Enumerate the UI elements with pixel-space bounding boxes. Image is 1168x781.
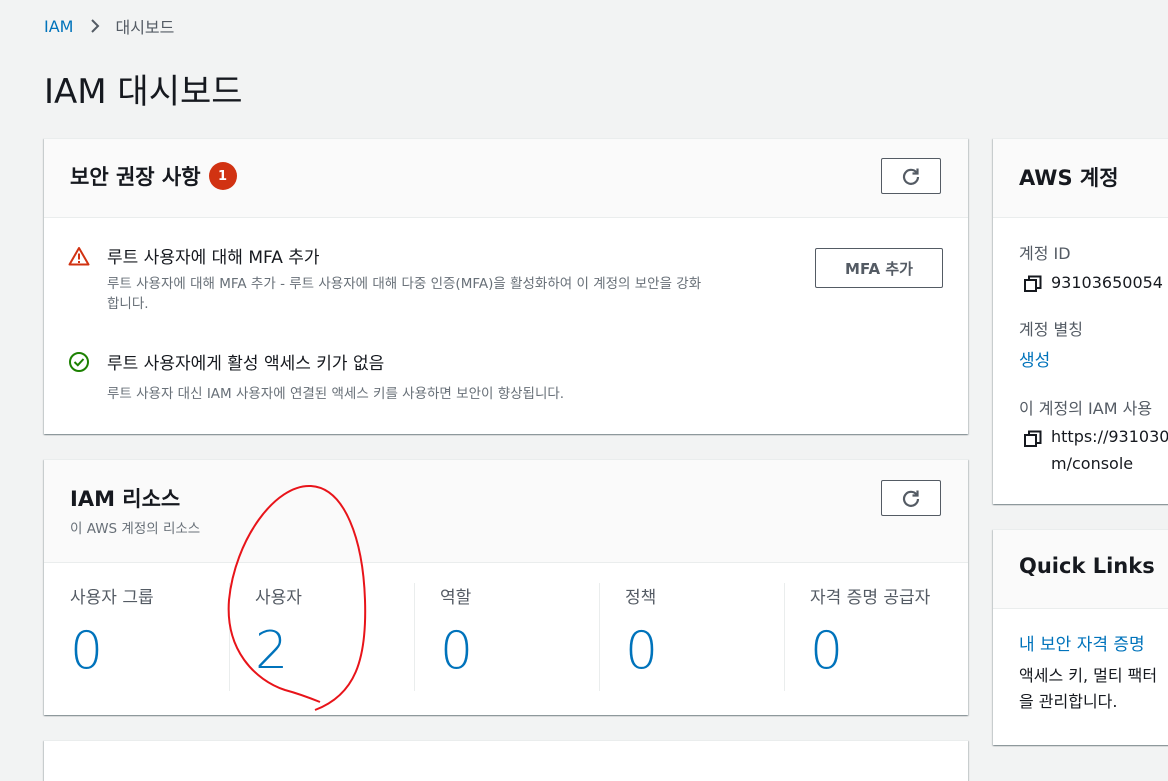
refresh-button[interactable] <box>881 158 941 194</box>
resource-policies[interactable]: 정책 0 <box>599 563 784 693</box>
quick-link-description: 액세스 키, 멀티 팩터 <box>1019 666 1158 685</box>
signin-url-value-cont: m/console <box>1051 454 1134 473</box>
account-id-label: 계정 ID <box>1019 244 1071 263</box>
check-circle-icon <box>68 351 90 377</box>
resource-user-groups[interactable]: 사용자 그룹 0 <box>44 563 229 693</box>
recommendation-description: 루트 사용자 대신 IAM 사용자에 연결된 액세스 키를 사용하면 보안이 향… <box>107 386 565 402</box>
recommendation-item: 루트 사용자에 대해 MFA 추가 루트 사용자에 대해 MFA 추가 - 루트… <box>44 218 968 328</box>
resource-counters: 사용자 그룹 0 사용자 2 역할 0 정책 0 자격 증명 공급자 0 <box>44 563 968 713</box>
add-mfa-button[interactable]: MFA 추가 <box>815 248 943 288</box>
resource-label: 자격 증명 공급자 <box>810 588 931 608</box>
security-recommendations-panel: 보안 권장 사항 1 루트 사용자에 대해 MFA 추가 루트 사용자에 대해 … <box>44 138 968 434</box>
panel-header: IAM 리소스 이 AWS 계정의 리소스 <box>44 460 968 563</box>
signin-url-value: https://931030 <box>1051 427 1168 446</box>
next-panel <box>44 740 968 781</box>
panel-header: 보안 권장 사항 1 <box>44 139 968 218</box>
breadcrumb: IAM 대시보드 <box>44 14 174 38</box>
quick-links-panel: Quick Links 내 보안 자격 증명 액세스 키, 멀티 팩터 을 관리… <box>993 529 1168 745</box>
resource-count[interactable]: 0 <box>440 621 473 681</box>
account-alias-label: 계정 별칭 <box>1019 320 1083 339</box>
resource-label: 사용자 그룹 <box>70 588 154 608</box>
resource-count[interactable]: 0 <box>70 621 103 681</box>
quick-link-description-cont: 을 관리합니다. <box>1019 692 1118 711</box>
panel-title: 보안 권장 사항 <box>70 165 201 189</box>
resource-count[interactable]: 0 <box>810 621 843 681</box>
panel-title: AWS 계정 <box>1019 166 1119 190</box>
aws-account-panel: AWS 계정 계정 ID 93103650054 계정 별칭 생성 이 계정의 … <box>993 138 1168 504</box>
recommendation-item: 루트 사용자에게 활성 액세스 키가 없음 루트 사용자 대신 IAM 사용자에… <box>44 329 968 419</box>
copy-icon[interactable] <box>1023 429 1043 453</box>
resource-label: 역할 <box>440 588 472 608</box>
annotation-circle <box>227 484 367 711</box>
recommendation-description: 루트 사용자에 대해 MFA 추가 - 루트 사용자에 대해 다중 인증(MFA… <box>107 276 702 292</box>
panel-header: AWS 계정 <box>993 139 1168 218</box>
recommendation-description-cont: 합니다. <box>107 296 149 312</box>
account-id-value: 93103650054 <box>1051 273 1163 292</box>
page-title: IAM 대시보드 <box>44 72 243 112</box>
resource-count[interactable]: 0 <box>625 621 658 681</box>
resource-label: 정책 <box>625 588 657 608</box>
panel-subtitle: 이 AWS 계정의 리소스 <box>70 521 201 537</box>
breadcrumb-current: 대시보드 <box>115 18 175 37</box>
resource-identity-providers[interactable]: 자격 증명 공급자 0 <box>784 563 968 693</box>
my-security-credentials-link[interactable]: 내 보안 자격 증명 <box>1019 630 1145 655</box>
copy-icon[interactable] <box>1023 274 1043 298</box>
recommendation-title: 루트 사용자에 대해 MFA 추가 <box>107 248 320 268</box>
warning-icon <box>68 246 90 270</box>
refresh-icon <box>902 168 920 185</box>
signin-url-label: 이 계정의 IAM 사용 <box>1019 399 1153 418</box>
create-alias-link[interactable]: 생성 <box>1019 346 1050 371</box>
refresh-button[interactable] <box>881 480 941 516</box>
recommendation-count-badge: 1 <box>208 162 237 190</box>
iam-resources-panel: IAM 리소스 이 AWS 계정의 리소스 사용자 그룹 0 사용자 2 역할 … <box>44 459 968 715</box>
resource-roles[interactable]: 역할 0 <box>414 563 599 693</box>
chevron-right-icon <box>87 18 103 34</box>
breadcrumb-link-iam[interactable]: IAM <box>44 17 73 36</box>
refresh-icon <box>902 490 920 507</box>
panel-title: IAM 리소스 <box>70 487 181 511</box>
recommendation-title: 루트 사용자에게 활성 액세스 키가 없음 <box>107 354 385 374</box>
panel-header: Quick Links <box>993 530 1168 609</box>
panel-title: Quick Links <box>1019 554 1155 578</box>
